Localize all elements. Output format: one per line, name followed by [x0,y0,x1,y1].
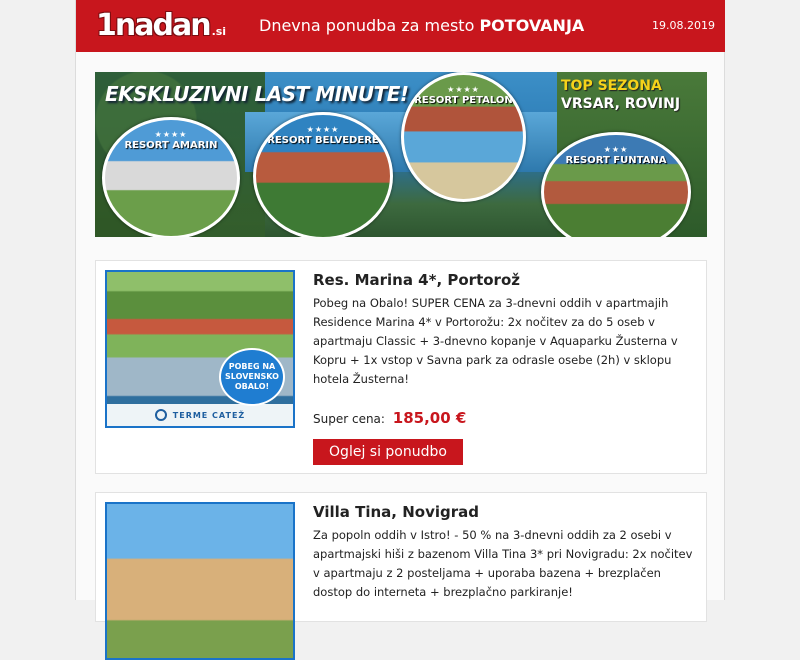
terme-catez-logo: TERME CATEŽ [107,404,293,426]
price-label: Super cena: [313,412,385,426]
promo-badge: POBEG NA SLOVENSKO OBALO! [219,348,285,406]
banner-headline: EKSKLUZIVNI LAST MINUTE! [105,82,409,106]
offer-image[interactable] [105,502,295,660]
newsletter: 1nadan .si Dnevna ponudba za mesto POTOVA… [75,0,725,660]
top-sezona-label: TOP SEZONA [561,78,662,94]
price-value: 185,00 € [392,409,467,427]
offer-description: Za popoln oddih v Istro! - 50 % na 3-dne… [313,528,693,599]
promo-banner[interactable]: ★★★★ RESORT AMARIN ★★★★ RESORT BELVEDERE… [95,72,707,237]
offer-image[interactable]: POBEG NA SLOVENSKO OBALO! TERME CATEŽ [105,270,295,428]
offer-card: POBEG NA SLOVENSKO OBALO! TERME CATEŽ Re… [95,260,707,474]
city-name: POTOVANJA [479,16,585,35]
page-title: Dnevna ponudba za mesto POTOVANJA [259,16,585,35]
price-row: Super cena: 185,00 € [313,409,466,427]
newsletter-date: 19.08.2019 [652,19,715,32]
resort-petalon-image: ★★★★ RESORT PETALON [401,72,526,202]
resort-amarin-image: ★★★★ RESORT AMARIN [102,117,240,237]
brand-logo[interactable]: 1nadan .si [96,8,226,46]
logo-circle-icon [154,409,167,421]
view-offer-button[interactable]: Oglej si ponudbo [313,439,463,465]
banner-location: VRSAR, ROVINJ [561,96,681,112]
offer-card: Villa Tina, Novigrad Za popoln oddih v I… [95,492,707,660]
header-bar: 1nadan .si Dnevna ponudba za mesto POTOVA… [76,0,725,52]
offer-title[interactable]: Villa Tina, Novigrad [313,503,479,521]
resort-belvedere-image: ★★★★ RESORT BELVEDERE [253,112,393,237]
offer-title[interactable]: Res. Marina 4*, Portorož [313,271,520,289]
offer-description: Pobeg na Obalo! SUPER CENA za 3-dnevni o… [313,296,678,386]
resort-funtana-image: ★★★ RESORT FUNTANA [541,132,691,237]
